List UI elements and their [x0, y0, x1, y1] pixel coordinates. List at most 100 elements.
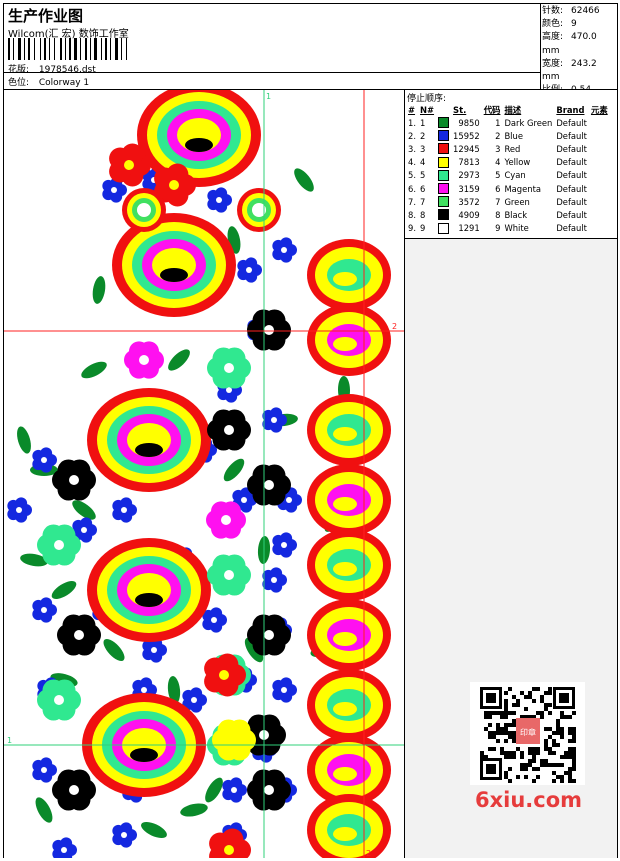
- stat-label: 宽度:: [542, 58, 564, 69]
- thread-color-swatch: [438, 183, 450, 195]
- leaf: [294, 168, 314, 192]
- cell-element: [589, 169, 610, 182]
- flower-center: [281, 687, 287, 693]
- blue-petal: [40, 597, 53, 610]
- guide-marker-right: 2: [392, 322, 397, 331]
- cell-needle: 2: [420, 130, 426, 141]
- design-stats: 针数:62466 颜色:9 高度:470.0 mm 宽度:243.2 mm 比例…: [542, 5, 617, 97]
- flower-center: [281, 542, 287, 548]
- flower-center: [151, 647, 157, 653]
- blue-petal: [270, 407, 283, 420]
- stat-width: 宽度: 243.2 mm: [542, 58, 617, 84]
- table-row: 8. 8 4909 8 Black Default: [406, 208, 610, 221]
- daisy-center: [137, 203, 151, 217]
- cell-needle: 1: [420, 117, 426, 128]
- flower-center: [224, 570, 234, 580]
- color-swatch: [436, 169, 451, 182]
- qr-stamp-text: 印章: [520, 727, 536, 737]
- cell-index: 3.: [408, 143, 416, 154]
- stat-label: 针数:: [542, 6, 564, 16]
- header-left: 生产作业图 Wilcom(汇 宏) 数饰工作室 花版: 1978546.dst …: [4, 4, 541, 89]
- cell-description: Blue: [504, 130, 523, 141]
- cell-stitches: 4909: [458, 209, 480, 220]
- cell-needle: 9: [420, 223, 426, 234]
- flower-center: [211, 617, 217, 623]
- blue-petal: [245, 257, 258, 270]
- flower-center: [121, 507, 127, 513]
- leaf: [103, 638, 125, 662]
- flower-center: [264, 325, 274, 335]
- blue-petal: [60, 837, 73, 850]
- flower-center: [139, 355, 149, 365]
- cell-stitches: 12945: [453, 143, 480, 154]
- cell-description: Magenta: [504, 183, 541, 194]
- cell-brand: Default: [556, 157, 587, 168]
- cell-description: Green: [504, 196, 530, 207]
- color-swatch: [436, 195, 451, 208]
- thread-color-swatch: [438, 169, 450, 181]
- cell-index: 1.: [408, 117, 416, 128]
- flower-center: [54, 695, 64, 705]
- cell-stitches: 15952: [453, 130, 480, 141]
- flower-center: [61, 847, 67, 853]
- table-row: 6. 6 3159 6 Magenta Default: [406, 182, 610, 195]
- thread-color-swatch: [438, 196, 450, 208]
- flower-center: [281, 247, 287, 253]
- cell-index: 6.: [408, 183, 416, 194]
- side-flower-core: [333, 827, 357, 841]
- blue-petal: [280, 237, 293, 250]
- col-header: [436, 103, 451, 116]
- cell-code: 8: [495, 209, 501, 220]
- flower-center: [219, 670, 229, 680]
- blue-petal: [40, 757, 53, 770]
- side-flower-core: [333, 272, 357, 286]
- flower-center: [264, 630, 274, 640]
- cell-needle: 8: [420, 209, 426, 220]
- table-row: 1. 1 9850 1 Dark Green Default: [406, 116, 610, 129]
- leaf: [81, 361, 107, 379]
- flower-center: [121, 832, 127, 838]
- cell-element: [589, 156, 610, 169]
- leaf: [17, 426, 31, 454]
- blue-petal: [80, 517, 93, 530]
- color-swatch: [436, 116, 451, 129]
- cell-description: Yellow: [504, 157, 531, 168]
- col-header: 描述: [504, 104, 522, 115]
- blue-petal: [215, 187, 228, 200]
- side-flower-core: [333, 562, 357, 576]
- cell-code: 7: [495, 196, 501, 207]
- flower-center: [224, 845, 234, 855]
- flower-center: [264, 785, 274, 795]
- cell-code: 9: [495, 223, 501, 234]
- thread-color-swatch: [438, 209, 450, 221]
- flower-center: [74, 630, 84, 640]
- flower-center: [111, 187, 117, 193]
- thread-color-swatch: [438, 222, 450, 234]
- cell-index: 5.: [408, 170, 416, 181]
- big-flower-core: [135, 443, 163, 457]
- sheet-title: 生产作业图: [8, 7, 84, 25]
- cell-brand: Default: [556, 209, 587, 220]
- flower-center: [191, 697, 197, 703]
- cell-brand: Default: [556, 183, 587, 194]
- design-file-value: 1978546.dst: [38, 65, 96, 75]
- color-swatch: [436, 182, 451, 195]
- colorway: 色位: Colorway 1: [8, 75, 89, 88]
- cell-stitches: 9850: [458, 117, 480, 128]
- big-flower-core: [160, 268, 188, 282]
- cell-brand: Default: [556, 223, 587, 234]
- cell-code: 1: [495, 117, 501, 128]
- design-file: 花版: 1978546.dst: [8, 62, 96, 75]
- cell-stitches: 2973: [458, 170, 480, 181]
- watermark-logo: 6xiu.com: [475, 788, 583, 812]
- guide-marker-left: 1: [7, 736, 12, 745]
- cell-element: [589, 142, 610, 155]
- blue-petal: [15, 497, 28, 510]
- cell-element: [589, 222, 610, 235]
- cell-description: Cyan: [504, 170, 526, 181]
- col-header: 元素: [590, 104, 608, 115]
- side-flower-core: [333, 337, 357, 351]
- cell-brand: Default: [556, 143, 587, 154]
- leaf: [51, 581, 77, 599]
- cell-needle: 5: [420, 170, 426, 181]
